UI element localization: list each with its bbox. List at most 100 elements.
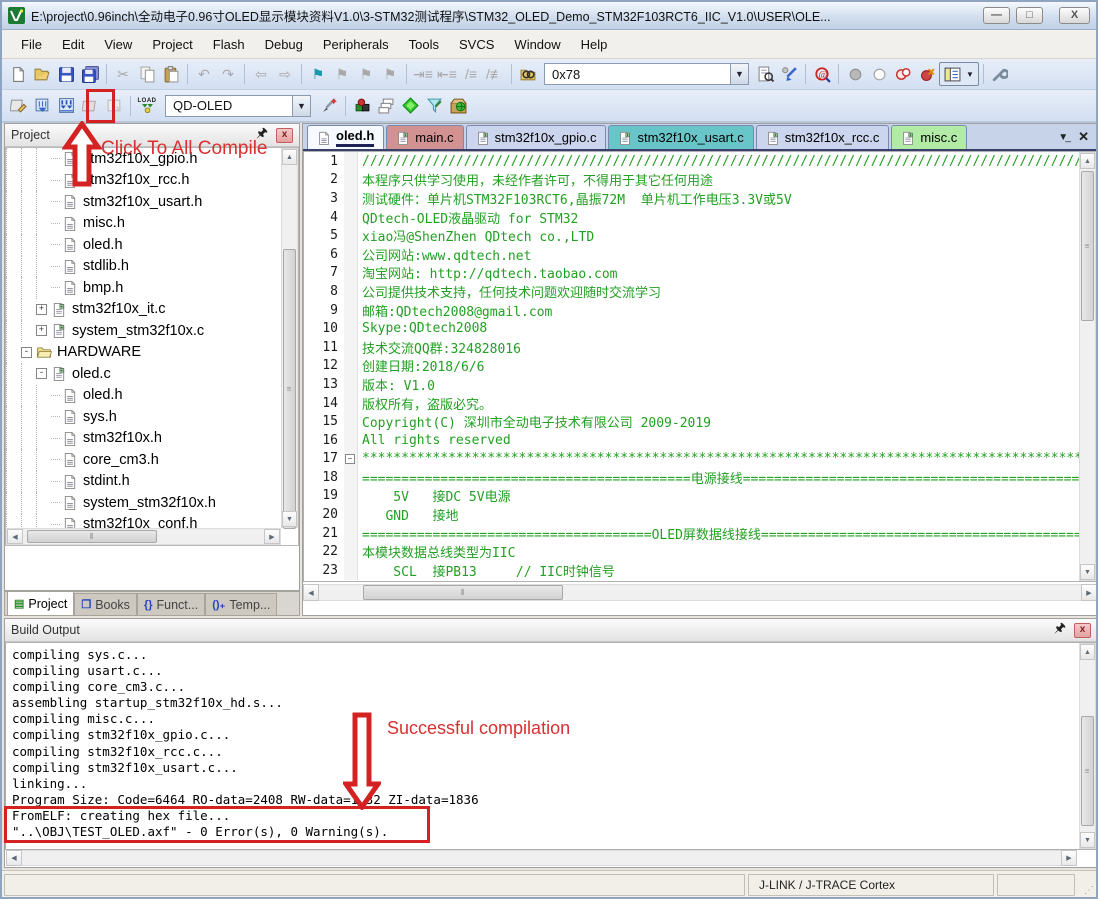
- bookmark-toggle-icon[interactable]: ⚑: [306, 62, 330, 86]
- project-close-icon[interactable]: x: [276, 128, 293, 143]
- find-in-doc-icon[interactable]: [753, 62, 777, 86]
- project-tree-hscrollbar[interactable]: ◀ ⦀ ▶: [6, 528, 281, 545]
- undo-icon[interactable]: ↶: [192, 62, 216, 86]
- goto-reference-icon[interactable]: [777, 62, 801, 86]
- save-all-icon[interactable]: [78, 62, 102, 86]
- collapse-icon[interactable]: -: [36, 368, 47, 379]
- tab-list-icon[interactable]: ▼̲: [1058, 132, 1068, 143]
- tree-item[interactable]: misc.h: [6, 213, 281, 235]
- scroll-up-icon[interactable]: ▲: [282, 149, 297, 165]
- editor-tab-oled-h[interactable]: oled.h: [307, 125, 384, 149]
- menu-item-view[interactable]: View: [95, 33, 141, 56]
- bookmark-next-icon[interactable]: ⚑: [354, 62, 378, 86]
- build-output-close-icon[interactable]: x: [1074, 623, 1091, 638]
- pack-installer-icon[interactable]: [446, 94, 470, 118]
- filter-diamond-icon[interactable]: [422, 94, 446, 118]
- workspace-tab-temp[interactable]: ()₊Temp...: [205, 593, 277, 615]
- build-icon[interactable]: [30, 94, 54, 118]
- scroll-right-icon[interactable]: ▶: [1081, 584, 1097, 601]
- editor-tab-stm32f10x_usart-c[interactable]: stm32f10x_usart.c: [608, 125, 753, 149]
- insight-diamond-icon[interactable]: [398, 94, 422, 118]
- scroll-left-icon[interactable]: ◀: [7, 529, 23, 544]
- menu-item-debug[interactable]: Debug: [256, 33, 312, 56]
- scroll-thumb[interactable]: ≡: [1081, 171, 1094, 321]
- project-window-toggle[interactable]: ▼: [939, 62, 979, 86]
- menu-item-peripherals[interactable]: Peripherals: [314, 33, 398, 56]
- tree-item[interactable]: stdint.h: [6, 471, 281, 493]
- scroll-thumb[interactable]: ≡: [283, 249, 296, 529]
- collapse-icon[interactable]: -: [21, 347, 32, 358]
- scroll-left-icon[interactable]: ◀: [6, 850, 22, 866]
- search-combo-dropdown[interactable]: ▼: [730, 64, 748, 84]
- scroll-right-icon[interactable]: ▶: [264, 529, 280, 544]
- cut-icon[interactable]: ✂: [111, 62, 135, 86]
- navigate-back-icon[interactable]: ⇦: [249, 62, 273, 86]
- minimize-button[interactable]: —: [983, 7, 1010, 24]
- scroll-thumb[interactable]: ⦀: [363, 585, 563, 600]
- target-options-icon[interactable]: [317, 94, 341, 118]
- breakpoint-icon[interactable]: [843, 62, 867, 86]
- redo-icon[interactable]: ↷: [216, 62, 240, 86]
- scroll-right-icon[interactable]: ▶: [1061, 850, 1077, 866]
- rebuild-all-icon[interactable]: [54, 94, 78, 118]
- windows-cascade-icon[interactable]: [374, 94, 398, 118]
- navigate-forward-icon[interactable]: ⇨: [273, 62, 297, 86]
- tree-item[interactable]: stm32f10x_usart.h: [6, 191, 281, 213]
- tree-item[interactable]: bmp.h: [6, 277, 281, 299]
- outdent-icon[interactable]: ⇤≡: [435, 62, 459, 86]
- tree-item[interactable]: -oled.c: [6, 363, 281, 385]
- translate-icon[interactable]: [6, 94, 30, 118]
- tree-item[interactable]: stm32f10x.h: [6, 428, 281, 450]
- editor-vscrollbar[interactable]: ▲ ≡ ▼: [1079, 152, 1096, 581]
- tree-item[interactable]: sys.h: [6, 406, 281, 428]
- breakpoint-disable-icon[interactable]: [867, 62, 891, 86]
- menu-item-svcs[interactable]: SVCS: [450, 33, 503, 56]
- editor-tab-main-c[interactable]: main.c: [386, 125, 463, 149]
- menu-item-help[interactable]: Help: [572, 33, 617, 56]
- build-output-vscrollbar[interactable]: ▲ ≡ ▼: [1079, 643, 1096, 849]
- scroll-down-icon[interactable]: ▼: [1080, 832, 1095, 848]
- close-file-icon[interactable]: ✕: [1078, 129, 1089, 145]
- editor-tab-stm32f10x_rcc-c[interactable]: stm32f10x_rcc.c: [756, 125, 890, 149]
- scroll-up-icon[interactable]: ▲: [1080, 153, 1095, 169]
- pin-icon[interactable]: 🖈: [1054, 619, 1066, 641]
- close-button[interactable]: X: [1059, 7, 1090, 24]
- build-output-hscrollbar[interactable]: ◀ ▶: [6, 850, 1077, 866]
- workspace-tab-funct[interactable]: {}Funct...: [137, 593, 205, 615]
- tree-item[interactable]: oled.h: [6, 385, 281, 407]
- breakpoint-kill-icon[interactable]: [891, 62, 915, 86]
- indent-icon[interactable]: ⇥≡: [411, 62, 435, 86]
- project-tree-vscrollbar[interactable]: ▲ ≡ ▼: [281, 148, 298, 528]
- scroll-up-icon[interactable]: ▲: [1080, 644, 1095, 660]
- copy-icon[interactable]: [135, 62, 159, 86]
- project-window-dropdown[interactable]: ▼: [963, 70, 977, 79]
- download-load-icon[interactable]: LOAD: [135, 94, 159, 118]
- fold-collapse-icon[interactable]: −: [345, 454, 355, 464]
- menu-item-edit[interactable]: Edit: [53, 33, 93, 56]
- workspace-tab-project[interactable]: ▤Project: [7, 591, 74, 615]
- search-combo[interactable]: 0x78 ▼: [544, 63, 749, 85]
- comment-icon[interactable]: /≡: [459, 62, 483, 86]
- menu-item-file[interactable]: File: [12, 33, 51, 56]
- configure-wrench-icon[interactable]: [988, 62, 1012, 86]
- scroll-thumb[interactable]: ⦀: [27, 530, 157, 543]
- save-icon[interactable]: [54, 62, 78, 86]
- tree-item[interactable]: +stm32f10x_it.c: [6, 299, 281, 321]
- resize-grip[interactable]: ⋰: [1078, 874, 1094, 896]
- menu-item-flash[interactable]: Flash: [204, 33, 254, 56]
- tree-item[interactable]: stdlib.h: [6, 256, 281, 278]
- paste-icon[interactable]: [159, 62, 183, 86]
- scroll-down-icon[interactable]: ▼: [282, 511, 297, 527]
- menu-item-project[interactable]: Project: [143, 33, 201, 56]
- tree-item[interactable]: -HARDWARE: [6, 342, 281, 364]
- tree-item[interactable]: +system_stm32f10x.c: [6, 320, 281, 342]
- tree-item[interactable]: stm32f10x_rcc.h: [6, 170, 281, 192]
- maximize-button[interactable]: □: [1016, 7, 1043, 24]
- scroll-down-icon[interactable]: ▼: [1080, 564, 1095, 580]
- tree-item[interactable]: system_stm32f10x.h: [6, 492, 281, 514]
- find-in-files-icon[interactable]: [516, 62, 540, 86]
- bookmark-prev-icon[interactable]: ⚑: [330, 62, 354, 86]
- debug-session-icon[interactable]: [350, 94, 374, 118]
- browse-symbols-icon[interactable]: @: [810, 62, 834, 86]
- bookmark-clear-icon[interactable]: ⚑: [378, 62, 402, 86]
